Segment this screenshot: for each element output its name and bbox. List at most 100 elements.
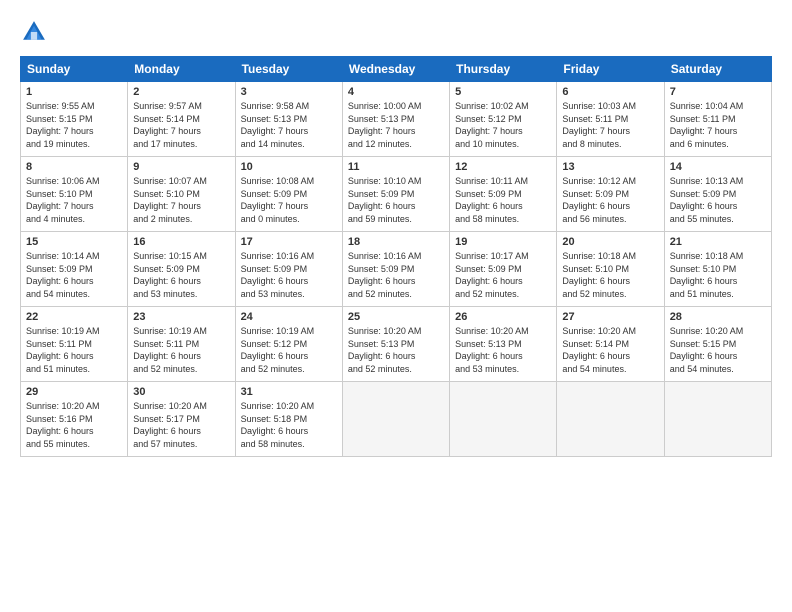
day-number: 27 xyxy=(562,311,658,323)
calendar-day: 20Sunrise: 10:18 AMSunset: 5:10 PMDaylig… xyxy=(557,232,664,307)
day-number: 6 xyxy=(562,86,658,98)
day-info: Sunrise: 10:13 AMSunset: 5:09 PMDaylight… xyxy=(670,175,766,225)
day-number: 7 xyxy=(670,86,766,98)
day-number: 19 xyxy=(455,236,551,248)
day-number: 23 xyxy=(133,311,229,323)
calendar-day: 29 Sunrise: 10:20 AMSunset: 5:16 PMDaylig… xyxy=(21,382,128,457)
day-info: Sunrise: 10:20 AMSunset: 5:17 PMDaylight… xyxy=(133,400,229,450)
day-number: 3 xyxy=(241,86,337,98)
calendar-day: 4 Sunrise: 10:00 AMSunset: 5:13 PMDayligh… xyxy=(342,82,449,157)
day-info: Sunrise: 10:08 AMSunset: 5:09 PMDaylight… xyxy=(241,175,337,225)
calendar-week-row: 8 Sunrise: 10:06 AMSunset: 5:10 PMDayligh… xyxy=(21,157,772,232)
day-info: Sunrise: 10:07 AMSunset: 5:10 PMDaylight… xyxy=(133,175,229,225)
calendar-day: 2 Sunrise: 9:57 AMSunset: 5:14 PMDaylight… xyxy=(128,82,235,157)
day-number: 10 xyxy=(241,161,337,173)
day-info: Sunrise: 10:19 AMSunset: 5:11 PMDaylight… xyxy=(26,325,122,375)
calendar-day: 25Sunrise: 10:20 AMSunset: 5:13 PMDaylig… xyxy=(342,307,449,382)
day-number: 22 xyxy=(26,311,122,323)
day-number: 29 xyxy=(26,386,122,398)
day-info: Sunrise: 10:15 AMSunset: 5:09 PMDaylight… xyxy=(133,250,229,300)
header-wednesday: Wednesday xyxy=(342,57,449,82)
day-info: Sunrise: 10:06 AMSunset: 5:10 PMDaylight… xyxy=(26,175,122,225)
day-info: Sunrise: 10:20 AMSunset: 5:16 PMDaylight… xyxy=(26,400,122,450)
calendar-day: 26Sunrise: 10:20 AMSunset: 5:13 PMDaylig… xyxy=(450,307,557,382)
day-number: 13 xyxy=(562,161,658,173)
day-info: Sunrise: 10:11 AMSunset: 5:09 PMDaylight… xyxy=(455,175,551,225)
logo xyxy=(20,18,52,46)
calendar-day: 31 Sunrise: 10:20 AMSunset: 5:18 PMDaylig… xyxy=(235,382,342,457)
calendar-day: 13 Sunrise: 10:12 AMSunset: 5:09 PMDaylig… xyxy=(557,157,664,232)
header-tuesday: Tuesday xyxy=(235,57,342,82)
day-info: Sunrise: 10:18 AMSunset: 5:10 PMDaylight… xyxy=(562,250,658,300)
calendar-day-empty xyxy=(450,382,557,457)
day-info: Sunrise: 10:20 AMSunset: 5:18 PMDaylight… xyxy=(241,400,337,450)
calendar-day: 19 Sunrise: 10:17 AMSunset: 5:09 PMDaylig… xyxy=(450,232,557,307)
calendar-day: 30 Sunrise: 10:20 AMSunset: 5:17 PMDaylig… xyxy=(128,382,235,457)
calendar-day: 7Sunrise: 10:04 AMSunset: 5:11 PMDayligh… xyxy=(664,82,771,157)
calendar-day: 17 Sunrise: 10:16 AMSunset: 5:09 PMDaylig… xyxy=(235,232,342,307)
calendar-week-row: 1Sunrise: 9:55 AMSunset: 5:15 PMDaylight… xyxy=(21,82,772,157)
header-saturday: Saturday xyxy=(664,57,771,82)
calendar-day: 14Sunrise: 10:13 AMSunset: 5:09 PMDaylig… xyxy=(664,157,771,232)
day-number: 17 xyxy=(241,236,337,248)
calendar-day-empty xyxy=(664,382,771,457)
day-number: 25 xyxy=(348,311,444,323)
day-number: 2 xyxy=(133,86,229,98)
day-number: 1 xyxy=(26,86,122,98)
logo-icon xyxy=(20,18,48,46)
calendar-day: 8 Sunrise: 10:06 AMSunset: 5:10 PMDayligh… xyxy=(21,157,128,232)
page: Sunday Monday Tuesday Wednesday Thursday… xyxy=(0,0,792,612)
calendar-day: 6 Sunrise: 10:03 AMSunset: 5:11 PMDayligh… xyxy=(557,82,664,157)
calendar-day: 12 Sunrise: 10:11 AMSunset: 5:09 PMDaylig… xyxy=(450,157,557,232)
day-info: Sunrise: 10:16 AMSunset: 5:09 PMDaylight… xyxy=(241,250,337,300)
calendar-day: 15 Sunrise: 10:14 AMSunset: 5:09 PMDaylig… xyxy=(21,232,128,307)
calendar-day: 9 Sunrise: 10:07 AMSunset: 5:10 PMDayligh… xyxy=(128,157,235,232)
day-info: Sunrise: 10:17 AMSunset: 5:09 PMDaylight… xyxy=(455,250,551,300)
calendar-day-empty xyxy=(557,382,664,457)
calendar-day: 11Sunrise: 10:10 AMSunset: 5:09 PMDaylig… xyxy=(342,157,449,232)
calendar-day: 21 Sunrise: 10:18 AMSunset: 5:10 PMDaylig… xyxy=(664,232,771,307)
day-info: Sunrise: 9:57 AMSunset: 5:14 PMDaylight:… xyxy=(133,100,229,150)
header-friday: Friday xyxy=(557,57,664,82)
day-number: 30 xyxy=(133,386,229,398)
day-info: Sunrise: 9:58 AMSunset: 5:13 PMDaylight:… xyxy=(241,100,337,150)
calendar-week-row: 15 Sunrise: 10:14 AMSunset: 5:09 PMDaylig… xyxy=(21,232,772,307)
day-number: 12 xyxy=(455,161,551,173)
day-info: Sunrise: 10:12 AMSunset: 5:09 PMDaylight… xyxy=(562,175,658,225)
day-info: Sunrise: 10:20 AMSunset: 5:14 PMDaylight… xyxy=(562,325,658,375)
day-number: 9 xyxy=(133,161,229,173)
day-number: 24 xyxy=(241,311,337,323)
header-thursday: Thursday xyxy=(450,57,557,82)
calendar-week-row: 29 Sunrise: 10:20 AMSunset: 5:16 PMDaylig… xyxy=(21,382,772,457)
header xyxy=(20,18,772,46)
header-monday: Monday xyxy=(128,57,235,82)
calendar-day-empty xyxy=(342,382,449,457)
calendar-day: 3 Sunrise: 9:58 AMSunset: 5:13 PMDaylight… xyxy=(235,82,342,157)
calendar-week-row: 22 Sunrise: 10:19 AMSunset: 5:11 PMDaylig… xyxy=(21,307,772,382)
calendar-body: 1Sunrise: 9:55 AMSunset: 5:15 PMDaylight… xyxy=(21,82,772,457)
day-info: Sunrise: 10:10 AMSunset: 5:09 PMDaylight… xyxy=(348,175,444,225)
calendar-day: 18Sunrise: 10:16 AMSunset: 5:09 PMDaylig… xyxy=(342,232,449,307)
day-info: Sunrise: 10:19 AMSunset: 5:11 PMDaylight… xyxy=(133,325,229,375)
calendar-day: 23 Sunrise: 10:19 AMSunset: 5:11 PMDaylig… xyxy=(128,307,235,382)
calendar-day: 5Sunrise: 10:02 AMSunset: 5:12 PMDayligh… xyxy=(450,82,557,157)
day-number: 31 xyxy=(241,386,337,398)
weekday-header-row: Sunday Monday Tuesday Wednesday Thursday… xyxy=(21,57,772,82)
header-sunday: Sunday xyxy=(21,57,128,82)
calendar-table: Sunday Monday Tuesday Wednesday Thursday… xyxy=(20,56,772,457)
day-info: Sunrise: 10:00 AMSunset: 5:13 PMDaylight… xyxy=(348,100,444,150)
calendar-day: 22 Sunrise: 10:19 AMSunset: 5:11 PMDaylig… xyxy=(21,307,128,382)
day-number: 8 xyxy=(26,161,122,173)
day-number: 18 xyxy=(348,236,444,248)
day-number: 4 xyxy=(348,86,444,98)
day-number: 16 xyxy=(133,236,229,248)
day-number: 28 xyxy=(670,311,766,323)
day-info: Sunrise: 10:18 AMSunset: 5:10 PMDaylight… xyxy=(670,250,766,300)
day-number: 21 xyxy=(670,236,766,248)
day-info: Sunrise: 10:03 AMSunset: 5:11 PMDaylight… xyxy=(562,100,658,150)
day-info: Sunrise: 10:02 AMSunset: 5:12 PMDaylight… xyxy=(455,100,551,150)
day-number: 15 xyxy=(26,236,122,248)
day-info: Sunrise: 10:20 AMSunset: 5:15 PMDaylight… xyxy=(670,325,766,375)
day-info: Sunrise: 10:14 AMSunset: 5:09 PMDaylight… xyxy=(26,250,122,300)
calendar-day: 27 Sunrise: 10:20 AMSunset: 5:14 PMDaylig… xyxy=(557,307,664,382)
